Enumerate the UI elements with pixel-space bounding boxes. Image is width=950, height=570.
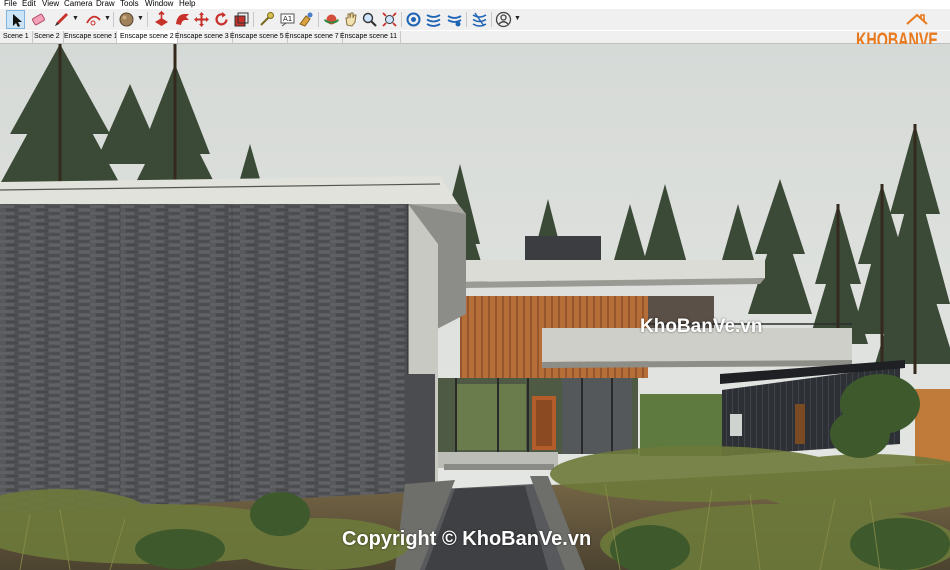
enscape-capture-icon[interactable] bbox=[445, 10, 464, 29]
user-icon[interactable] bbox=[494, 10, 513, 29]
toolbar-separator bbox=[113, 12, 114, 27]
pencil-dropdown-icon[interactable]: ▼ bbox=[72, 15, 79, 22]
toolbar-separator bbox=[147, 12, 148, 27]
enscape-sync-icon[interactable] bbox=[424, 10, 443, 29]
tape-measure-icon[interactable] bbox=[257, 10, 276, 29]
toolbar-separator bbox=[253, 12, 254, 27]
pan-icon[interactable] bbox=[341, 10, 360, 29]
menu-file[interactable]: File bbox=[4, 0, 17, 9]
push-pull-icon[interactable] bbox=[152, 10, 171, 29]
arc-icon[interactable] bbox=[84, 10, 103, 29]
arc-dropdown-icon[interactable]: ▼ bbox=[104, 15, 111, 22]
menu-edit[interactable]: Edit bbox=[22, 0, 36, 9]
architecture-render bbox=[0, 44, 950, 570]
zoom-icon[interactable] bbox=[360, 10, 379, 29]
paint-icon[interactable] bbox=[296, 10, 315, 29]
toolbar-separator bbox=[401, 12, 402, 27]
menu-window[interactable]: Window bbox=[145, 0, 173, 9]
text-icon[interactable]: A1 bbox=[278, 10, 297, 29]
scale-icon[interactable] bbox=[232, 10, 251, 29]
orbit-icon[interactable] bbox=[322, 10, 341, 29]
tab-enscape-scene-5[interactable]: Enscape scene 5 bbox=[227, 31, 288, 43]
toolbar-separator bbox=[491, 12, 492, 27]
menu-view[interactable]: View bbox=[42, 0, 59, 9]
model-viewport[interactable]: KhoBanVe.vn Copyright © KhoBanVe.vn bbox=[0, 44, 950, 570]
toolbar-separator bbox=[318, 12, 319, 27]
eraser-icon[interactable] bbox=[29, 10, 48, 29]
toolbar: ▼ ▼ ▼ A1 ▼ bbox=[0, 9, 950, 30]
enscape-start-icon[interactable] bbox=[404, 10, 423, 29]
follow-me-icon[interactable] bbox=[173, 10, 192, 29]
toolbar-separator bbox=[466, 12, 467, 27]
rotate-icon[interactable] bbox=[212, 10, 231, 29]
select-icon[interactable] bbox=[6, 10, 25, 29]
bucket-dropdown-icon[interactable]: ▼ bbox=[137, 15, 144, 22]
tab-scene-1[interactable]: Scene 1 bbox=[0, 31, 33, 43]
move-icon[interactable] bbox=[192, 10, 211, 29]
pencil-line-icon[interactable] bbox=[52, 10, 71, 29]
tab-enscape-scene-3[interactable]: Enscape scene 3 bbox=[172, 31, 233, 43]
menu-help[interactable]: Help bbox=[179, 0, 195, 9]
tab-enscape-scene-7[interactable]: Enscape scene 7 bbox=[282, 31, 343, 43]
paint-bucket-icon[interactable] bbox=[117, 10, 136, 29]
copyright-watermark: Copyright © KhoBanVe.vn bbox=[342, 528, 592, 550]
tab-enscape-scene-11[interactable]: Enscape scene 11 bbox=[337, 31, 402, 43]
menu-tools[interactable]: Tools bbox=[120, 0, 139, 9]
svg-text:A1: A1 bbox=[283, 15, 292, 23]
zoom-extents-icon[interactable] bbox=[380, 10, 399, 29]
tab-enscape-scene-2[interactable]: Enscape scene 2 bbox=[116, 31, 178, 43]
tab-scene-2[interactable]: Scene 2 bbox=[31, 31, 64, 43]
menu-bar: File Edit View Camera Draw Tools Window … bbox=[0, 0, 950, 9]
menu-camera[interactable]: Camera bbox=[64, 0, 92, 9]
scene-tabs: Scene 1 Scene 2 Enscape scene 1 Enscape … bbox=[0, 31, 950, 44]
user-dropdown-icon[interactable]: ▼ bbox=[514, 15, 521, 22]
center-watermark: KhoBanVe.vn bbox=[640, 316, 763, 337]
enscape-settings-icon[interactable] bbox=[470, 10, 489, 29]
menu-draw[interactable]: Draw bbox=[96, 0, 115, 9]
tab-enscape-scene-1[interactable]: Enscape scene 1 bbox=[61, 31, 122, 43]
